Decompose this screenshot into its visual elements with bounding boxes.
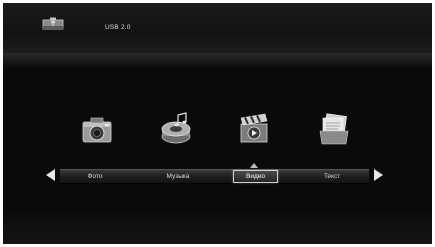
arrow-right-icon[interactable] (374, 169, 383, 181)
footer-area (3, 209, 432, 244)
documents-icon[interactable] (316, 111, 352, 147)
header-bar (3, 3, 432, 53)
menu-item-photo[interactable]: Фото (62, 170, 128, 183)
menu-item-video[interactable]: Видео (233, 170, 278, 183)
media-player-screen: USB 2.0 Фото Музыка Видео Текст (3, 3, 432, 244)
arrow-left-icon[interactable] (46, 169, 55, 181)
film-clapper-icon[interactable] (236, 111, 272, 147)
category-menu: Фото Музыка Видео Текст (60, 169, 369, 184)
menu-item-text[interactable]: Текст (296, 170, 368, 183)
menu-item-music[interactable]: Музыка (140, 170, 216, 183)
camera-icon[interactable] (79, 111, 115, 147)
header-divider (3, 53, 432, 67)
device-label: USB 2.0 (105, 24, 131, 31)
selection-pointer (250, 163, 258, 168)
music-player-icon[interactable] (158, 111, 194, 147)
usb-drive-icon[interactable] (42, 17, 64, 31)
